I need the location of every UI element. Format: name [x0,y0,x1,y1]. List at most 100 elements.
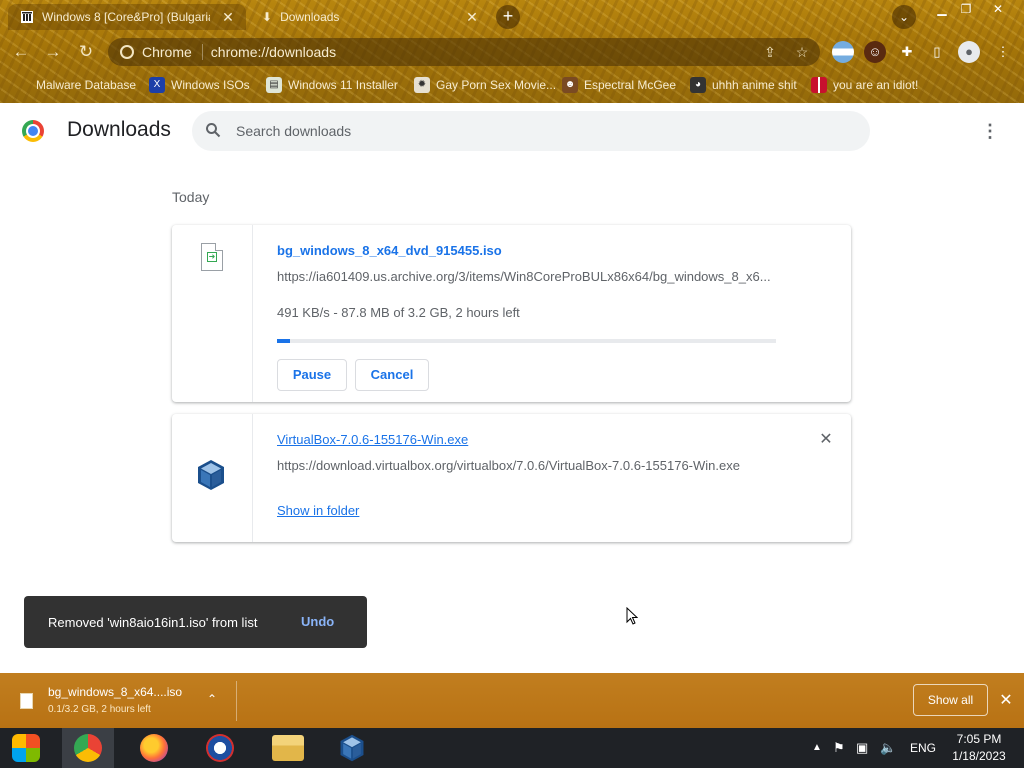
chevron-up-icon[interactable]: ⌃ [204,691,220,707]
clock[interactable]: 7:05 PM 1/18/2023 [944,731,1014,765]
star-icon[interactable]: ☆ [792,42,812,62]
character-icon: ☻ [562,77,578,93]
menu-icon[interactable]: ⋮ [992,41,1014,63]
search-box[interactable] [192,111,870,151]
taskbar-obama-app[interactable] [194,728,246,768]
download-url[interactable]: https://ia601409.us.archive.org/3/items/… [277,269,777,284]
download-icon: ⬇ [262,10,273,24]
download-item-virtualbox: VirtualBox-7.0.6-155176-Win.exe https://… [172,414,851,542]
downloads-page: Downloads ⋮ Today ➜ bg_windows_8_x64_dvd… [0,103,1024,673]
flag-icon[interactable]: ⚑ [833,740,845,756]
bookmark-you-are-an-idiot[interactable]: you are an idiot! [811,74,918,96]
download-shelf: bg_windows_8_x64....iso 0.1/3.2 GB, 2 ho… [0,673,1024,728]
bookmark-gay-porn[interactable]: ✹ Gay Porn Sex Movie... [414,74,556,96]
back-icon[interactable]: ← [10,41,32,63]
tab-search-button[interactable]: ⌄ [892,5,916,29]
restore-button[interactable]: ❐ [952,0,980,18]
bookmark-windows-isos[interactable]: X Windows ISOs [149,74,250,96]
close-icon[interactable]: ✕ [220,9,236,25]
side-panel-icon[interactable]: ▯ [926,41,948,63]
bookmark-label: Gay Porn Sex Movie... [436,78,557,92]
download-status: 491 KB/s - 87.8 MB of 3.2 GB, 2 hours le… [277,305,520,320]
clock-time: 7:05 PM [956,732,1002,746]
argentina-flag-icon[interactable] [832,41,854,63]
bookmark-label: Windows ISOs [171,78,250,92]
reload-icon[interactable]: ↻ [75,41,97,63]
page-header: Downloads ⋮ [0,103,1024,159]
shelf-file-name[interactable]: bg_windows_8_x64....iso [48,685,182,699]
file-icon-column: ➜ [172,225,253,402]
site-chip[interactable]: Chrome [120,44,203,60]
bookmark-label: Malware Database [36,78,137,92]
archive-icon [20,10,34,24]
show-all-button[interactable]: Show all [913,684,988,716]
blank-bookmark-icon [14,77,30,93]
start-button[interactable] [0,728,52,768]
taskbar: ▲ ⚑ ▣ 🔈 ENG 7:05 PM 1/18/2023 [0,728,1024,768]
share-icon[interactable]: ⇪ [760,42,780,62]
bookmark-label: you are an idiot! [833,78,919,92]
folder-icon [272,735,304,761]
close-icon[interactable]: ✕ [818,432,834,448]
download-file-name[interactable]: bg_windows_8_x64_dvd_915455.iso [277,243,502,258]
profile-icon[interactable]: ● [958,41,980,63]
anime-face-icon: ◕ [690,77,706,93]
virtualbox-icon [340,734,364,762]
uk-flag-icon [811,77,827,93]
download-url[interactable]: https://download.virtualbox.org/virtualb… [277,458,817,473]
bookmark-label: Windows 11 Installer [288,78,398,92]
close-icon[interactable]: ✕ [464,9,480,25]
download-file-name[interactable]: VirtualBox-7.0.6-155176-Win.exe [277,432,468,447]
bookmark-label: uhhh anime shit [712,78,797,92]
network-icon[interactable]: ▣ [856,740,868,756]
undo-button[interactable]: Undo [301,614,334,629]
bookmarks-bar: Malware Database X Windows ISOs ▤ Window… [0,74,1024,96]
chrome-icon [120,45,134,59]
avatar-extension-icon[interactable]: ☺ [864,41,886,63]
close-icon[interactable]: ✕ [996,691,1016,711]
taskbar-file-explorer[interactable] [262,728,314,768]
x-logo-icon: X [149,77,165,93]
address-bar[interactable]: Chrome chrome://downloads ⇪ ☆ [108,38,820,66]
download-item-iso: ➜ bg_windows_8_x64_dvd_915455.iso https:… [172,225,851,402]
page-title: Downloads [67,118,171,141]
tab-windows-8[interactable]: Windows 8 [Core&Pro] (Bulgarian) ✕ [8,4,246,30]
browser-toolbar-area: Windows 8 [Core&Pro] (Bulgarian) ✕ ⬇ Dow… [0,0,1024,103]
show-hidden-icons[interactable]: ▲ [812,740,822,756]
taskbar-chrome[interactable] [62,728,114,768]
pause-button[interactable]: Pause [277,359,347,391]
taskbar-virtualbox[interactable] [326,728,378,768]
close-window-button[interactable]: ✕ [984,0,1012,18]
bookmark-malware-database[interactable]: Malware Database [14,74,136,96]
language-indicator[interactable]: ENG [910,740,936,756]
gear-face-icon: ✹ [414,77,430,93]
bookmark-espectral-mcgee[interactable]: ☻ Espectral McGee [562,74,676,96]
tab-title: Downloads [280,10,340,24]
forward-icon[interactable]: → [42,41,64,63]
search-input[interactable] [236,123,836,139]
windows-logo-icon [12,734,40,762]
search-icon [204,122,222,140]
page-icon: ▤ [266,77,282,93]
mouse-cursor-icon [626,607,638,625]
new-tab-button[interactable]: + [496,5,520,29]
chrome-icon [74,734,102,762]
file-icon [20,693,33,709]
volume-icon[interactable]: 🔈 [880,740,896,756]
file-icon-column [172,414,253,542]
progress-fill [277,339,291,343]
bookmark-windows-11-installer[interactable]: ▤ Windows 11 Installer [266,74,398,96]
extensions-icon[interactable]: ✚ [896,41,918,63]
bookmark-uhhh-anime[interactable]: ◕ uhhh anime shit [690,74,797,96]
more-actions-icon[interactable]: ⋮ [980,120,1000,142]
removed-toast: Removed 'win8aio16in1.iso' from list Und… [24,596,367,648]
obama-logo-icon [206,734,234,762]
url-text: chrome://downloads [210,44,337,60]
firefox-icon [140,734,168,762]
cancel-button[interactable]: Cancel [355,359,429,391]
tab-title: Windows 8 [Core&Pro] (Bulgarian) [42,10,210,24]
taskbar-firefox[interactable] [128,728,180,768]
show-in-folder-link[interactable]: Show in folder [277,503,359,518]
chrome-logo-icon [22,120,44,142]
tab-downloads[interactable]: ⬇ Downloads ✕ [252,4,490,30]
